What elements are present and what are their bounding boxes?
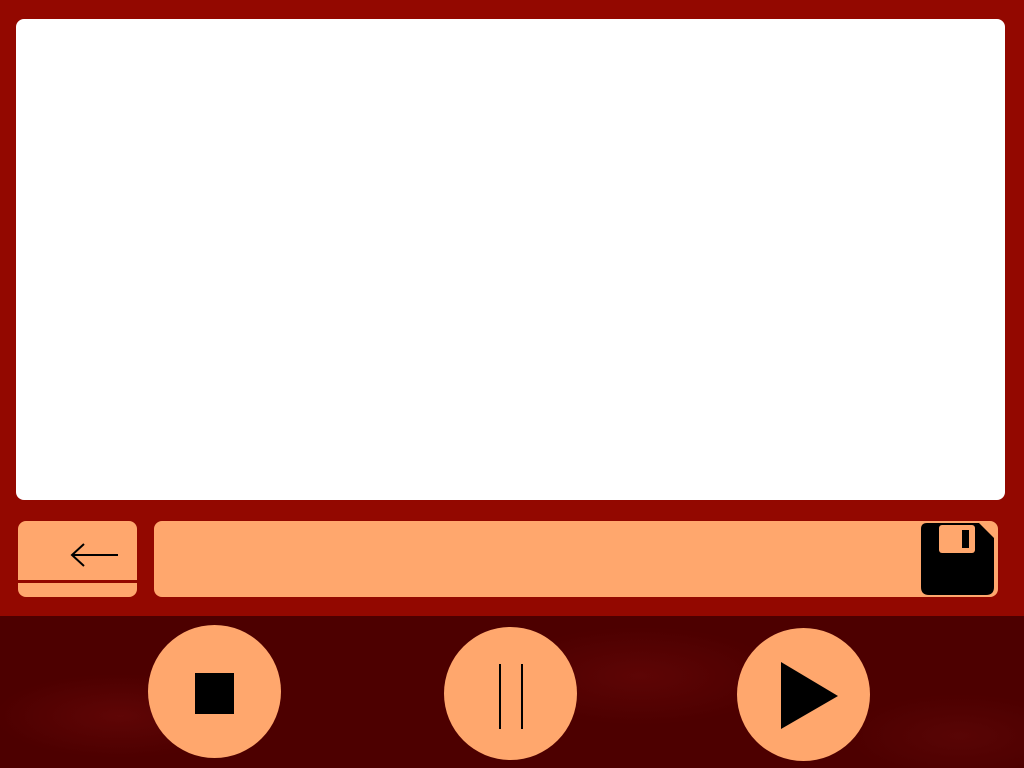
display-area: [16, 19, 1005, 500]
stop-icon: [195, 673, 234, 714]
filename-input[interactable]: [164, 531, 908, 589]
back-button[interactable]: [18, 521, 137, 597]
left-arrow-icon: [70, 543, 118, 567]
recorder-app: [0, 0, 1024, 768]
stop-button[interactable]: [148, 625, 281, 758]
pause-button[interactable]: [444, 627, 577, 760]
back-button-underline: [18, 580, 137, 583]
filename-bar: [154, 521, 998, 597]
save-button[interactable]: [921, 523, 994, 595]
pause-icon: [499, 664, 523, 729]
floppy-disk-icon: [921, 523, 994, 595]
play-icon: [781, 662, 838, 729]
play-button[interactable]: [737, 628, 870, 761]
